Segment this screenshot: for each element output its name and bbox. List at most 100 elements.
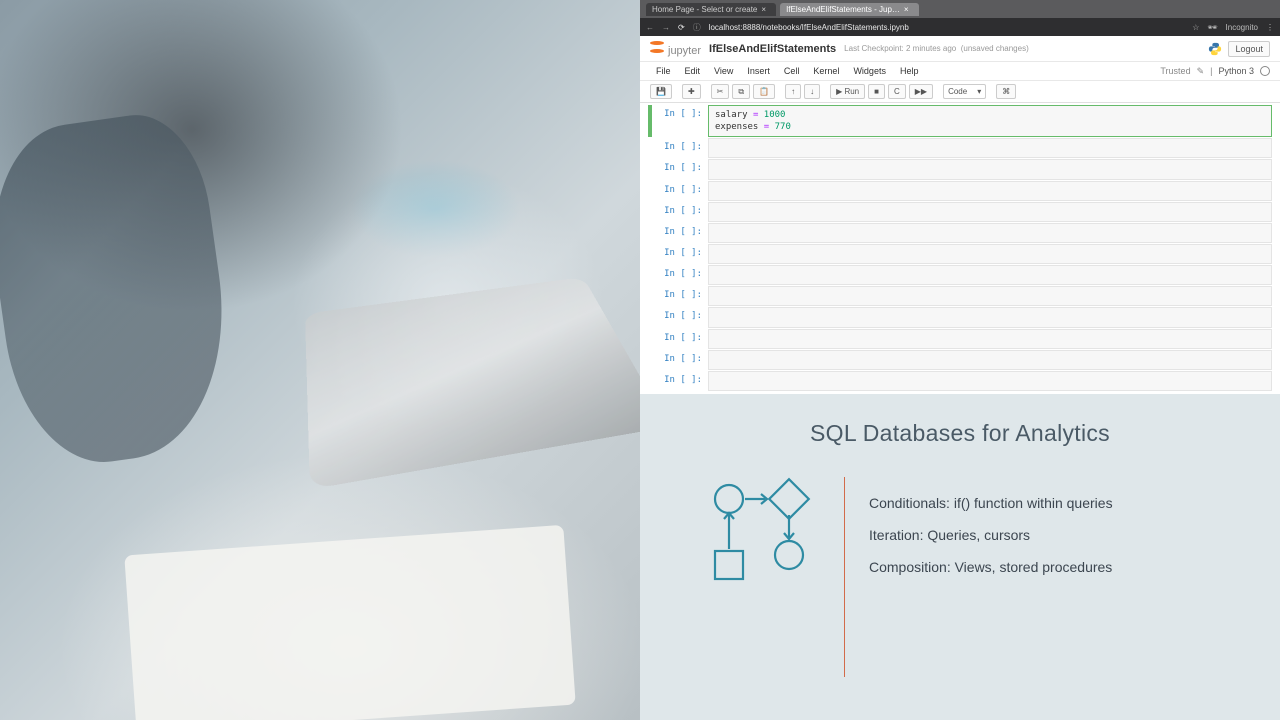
cell-input[interactable]: [708, 202, 1272, 222]
menu-insert[interactable]: Insert: [741, 64, 776, 78]
run-button[interactable]: ▶ Run: [830, 84, 865, 99]
code-cell[interactable]: In [ ]:: [648, 181, 1272, 201]
bullet-item: Iteration: Queries, cursors: [869, 527, 1234, 543]
cell-input[interactable]: [708, 286, 1272, 306]
code-cell[interactable]: In [ ]:: [648, 350, 1272, 370]
reload-icon[interactable]: ⟳: [678, 23, 685, 32]
menu-icon[interactable]: ⋮: [1266, 23, 1274, 32]
code-cell[interactable]: In [ ]:: [648, 223, 1272, 243]
forward-icon[interactable]: →: [662, 23, 670, 32]
cell-prompt: In [ ]:: [654, 371, 708, 391]
jupyter-brand: jupyter: [668, 45, 701, 57]
close-icon[interactable]: ×: [761, 5, 766, 14]
code-cell[interactable]: In [ ]:: [648, 371, 1272, 391]
cell-input[interactable]: [708, 371, 1272, 391]
paste-button[interactable]: 📋: [753, 84, 775, 99]
code-cell[interactable]: In [ ]:: [648, 286, 1272, 306]
slide-title: SQL Databases for Analytics: [686, 420, 1234, 447]
menu-widgets[interactable]: Widgets: [847, 64, 892, 78]
back-icon[interactable]: ←: [646, 23, 654, 32]
jupyter-header: jupyter IfElseAndElifStatements Last Che…: [640, 36, 1280, 62]
cell-prompt: In [ ]:: [654, 286, 708, 306]
url-field[interactable]: localhost:8888/notebooks/IfElseAndElifSt…: [709, 23, 1185, 32]
cut-button[interactable]: ✂: [711, 84, 730, 99]
cell-prompt: In [ ]:: [654, 202, 708, 222]
menu-help[interactable]: Help: [894, 64, 925, 78]
cell-input[interactable]: [708, 307, 1272, 327]
restart-run-all-button[interactable]: ▶▶: [909, 84, 933, 99]
cell-prompt: In [ ]:: [654, 265, 708, 285]
star-icon[interactable]: ☆: [1192, 23, 1199, 32]
command-palette-button[interactable]: ⌘: [996, 84, 1016, 99]
restart-button[interactable]: C: [888, 84, 906, 99]
cell-prompt: In [ ]:: [654, 181, 708, 201]
checkpoint-text: Last Checkpoint: 2 minutes ago (unsaved …: [844, 44, 1029, 53]
cell-prompt: In [ ]:: [654, 329, 708, 349]
menu-edit[interactable]: Edit: [679, 64, 707, 78]
python-logo-icon: [1208, 42, 1222, 56]
close-icon[interactable]: ×: [904, 5, 909, 14]
bullet-item: Conditionals: if() function within queri…: [869, 495, 1234, 511]
cell-input[interactable]: [708, 265, 1272, 285]
add-cell-button[interactable]: ✚: [682, 84, 701, 99]
cell-prompt: In [ ]:: [654, 223, 708, 243]
copy-button[interactable]: ⧉: [732, 84, 750, 99]
menu-view[interactable]: View: [708, 64, 739, 78]
cell-input[interactable]: [708, 244, 1272, 264]
cell-prompt: In [ ]:: [654, 159, 708, 179]
code-cell[interactable]: In [ ]:salary = 1000 expenses = 770: [648, 105, 1272, 137]
notebook-title[interactable]: IfElseAndElifStatements: [709, 43, 836, 55]
save-button[interactable]: 💾: [650, 84, 672, 99]
kernel-name[interactable]: Python 3: [1218, 66, 1254, 76]
toolbar: 💾 ✚ ✂ ⧉ 📋 ↑ ↓ ▶ Run ■ C ▶▶ Code▾ ⌘: [640, 81, 1280, 103]
notebook-cells: In [ ]:salary = 1000 expenses = 770In [ …: [640, 103, 1280, 394]
cell-input[interactable]: [708, 181, 1272, 201]
celltype-select[interactable]: Code▾: [943, 84, 986, 99]
incognito-label: Incognito: [1226, 23, 1258, 32]
cell-input[interactable]: [708, 223, 1272, 243]
site-info-icon[interactable]: ⓘ: [693, 22, 701, 33]
move-down-button[interactable]: ↓: [804, 84, 820, 99]
logout-button[interactable]: Logout: [1228, 41, 1270, 57]
code-cell[interactable]: In [ ]:: [648, 265, 1272, 285]
stop-button[interactable]: ■: [868, 84, 885, 99]
jupyter-logo-icon: [650, 40, 664, 54]
menu-file[interactable]: File: [650, 64, 677, 78]
menu-kernel[interactable]: Kernel: [807, 64, 845, 78]
cell-input[interactable]: [708, 350, 1272, 370]
cell-prompt: In [ ]:: [654, 138, 708, 158]
browser-tab[interactable]: Home Page - Select or create ×: [646, 3, 776, 16]
code-cell[interactable]: In [ ]:: [648, 159, 1272, 179]
kernel-status-icon: [1260, 66, 1270, 76]
code-cell[interactable]: In [ ]:: [648, 202, 1272, 222]
cell-prompt: In [ ]:: [654, 105, 708, 137]
pencil-icon[interactable]: ✎: [1197, 66, 1205, 77]
incognito-icon: 🕶: [1207, 23, 1217, 32]
cell-input[interactable]: [708, 329, 1272, 349]
code-cell[interactable]: In [ ]:: [648, 244, 1272, 264]
browser-addressbar: ← → ⟳ ⓘ localhost:8888/notebooks/IfElseA…: [640, 18, 1280, 36]
bullet-item: Composition: Views, stored procedures: [869, 559, 1234, 575]
cell-input[interactable]: [708, 138, 1272, 158]
browser-window: Home Page - Select or create × IfElseAnd…: [640, 0, 1280, 394]
menu-cell[interactable]: Cell: [778, 64, 806, 78]
trusted-label: Trusted: [1160, 66, 1190, 76]
cell-prompt: In [ ]:: [654, 244, 708, 264]
cell-input[interactable]: [708, 159, 1272, 179]
chevron-down-icon: ▾: [977, 87, 981, 96]
code-cell[interactable]: In [ ]:: [648, 329, 1272, 349]
code-cell[interactable]: In [ ]:: [648, 138, 1272, 158]
browser-tabbar: Home Page - Select or create × IfElseAnd…: [640, 0, 1280, 18]
browser-tab[interactable]: IfElseAndElifStatements - Jup… ×: [780, 3, 919, 16]
code-cell[interactable]: In [ ]:: [648, 307, 1272, 327]
slide-panel: SQL Databases for Analytics Condit: [640, 394, 1280, 720]
tab-label: Home Page - Select or create: [652, 5, 757, 14]
cell-prompt: In [ ]:: [654, 350, 708, 370]
bullet-list: Conditionals: if() function within queri…: [869, 477, 1234, 591]
move-up-button[interactable]: ↑: [785, 84, 801, 99]
jupyter-logo[interactable]: jupyter: [650, 40, 701, 57]
cell-input[interactable]: salary = 1000 expenses = 770: [708, 105, 1272, 137]
hero-photo: [0, 0, 640, 720]
menubar: File Edit View Insert Cell Kernel Widget…: [640, 62, 1280, 81]
cell-prompt: In [ ]:: [654, 307, 708, 327]
